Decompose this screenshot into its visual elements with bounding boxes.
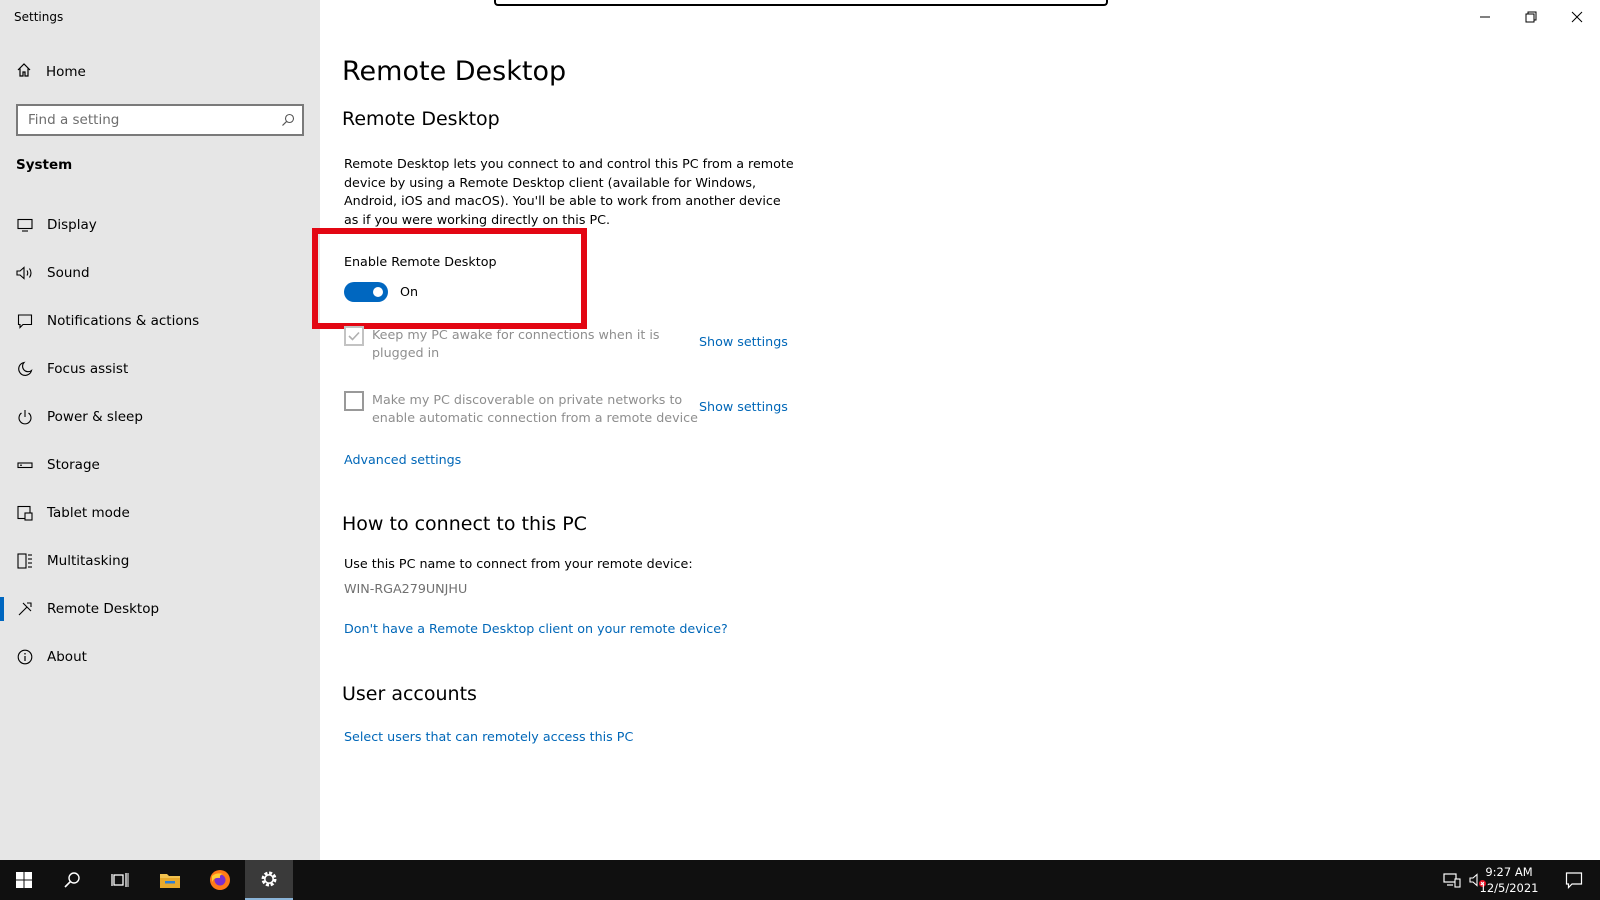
- advanced-settings-link[interactable]: Advanced settings: [344, 452, 461, 467]
- sidebar-item-power-sleep[interactable]: Power & sleep: [0, 393, 320, 441]
- sidebar-item-label: Tablet mode: [47, 505, 130, 521]
- sidebar-item-sound[interactable]: Sound: [0, 249, 320, 297]
- minimize-icon: [1480, 16, 1490, 18]
- sidebar-item-tablet-mode[interactable]: Tablet mode: [0, 489, 320, 537]
- section-title-remote-desktop: Remote Desktop: [342, 108, 500, 130]
- description-text: Remote Desktop lets you connect to and c…: [344, 156, 794, 227]
- sidebar-item-display[interactable]: Display: [0, 201, 320, 249]
- connect-section-title: How to connect to this PC: [342, 513, 587, 535]
- clock-date: 12/5/2021: [1479, 881, 1539, 895]
- enable-remote-desktop-label: Enable Remote Desktop: [344, 254, 497, 269]
- toggle-knob: [373, 287, 383, 297]
- task-view-icon: [111, 873, 129, 887]
- sidebar-item-label: Power & sleep: [47, 409, 143, 425]
- select-users-link[interactable]: Select users that can remotely access th…: [344, 729, 633, 744]
- search-input[interactable]: [28, 112, 268, 128]
- discoverable-show-settings-link[interactable]: Show settings: [699, 399, 788, 414]
- window-drag-bar[interactable]: [494, 0, 1108, 6]
- sidebar-item-about[interactable]: About: [0, 633, 320, 681]
- close-button[interactable]: [1554, 4, 1600, 30]
- page-title: Remote Desktop: [342, 56, 567, 87]
- restore-button[interactable]: [1508, 4, 1554, 30]
- home-label: Home: [46, 64, 86, 80]
- network-icon: [1443, 873, 1461, 888]
- sidebar-item-notifications[interactable]: Notifications & actions: [0, 297, 320, 345]
- clock-time: 9:27 AM: [1485, 865, 1533, 879]
- speaker-icon: [16, 264, 34, 282]
- main-content: Remote Desktop Remote Desktop Remote Des…: [312, 0, 1600, 860]
- keep-awake-text: Keep my PC awake for connections when it…: [372, 327, 660, 360]
- notification-icon: [16, 312, 34, 330]
- highlight-box: [312, 228, 587, 329]
- taskbar-clock[interactable]: 9:27 AM 12/5/2021: [1474, 864, 1544, 896]
- toggle-state-label: On: [400, 284, 419, 299]
- sidebar-item-remote-desktop[interactable]: Remote Desktop: [0, 585, 320, 633]
- sidebar: Settings Home System Display Sound Notif…: [0, 0, 320, 860]
- sidebar-item-focus-assist[interactable]: Focus assist: [0, 345, 320, 393]
- connect-instructions: Use this PC name to connect from your re…: [344, 556, 693, 571]
- app-title: Settings: [14, 10, 64, 24]
- sidebar-item-home[interactable]: Home: [16, 62, 86, 82]
- sidebar-item-label: Notifications & actions: [47, 313, 200, 329]
- keep-awake-show-settings-link[interactable]: Show settings: [699, 334, 788, 349]
- discoverable-checkbox[interactable]: [344, 391, 364, 411]
- sidebar-item-label: Multitasking: [47, 553, 130, 569]
- keep-awake-checkbox[interactable]: [344, 326, 364, 346]
- firefox-icon: [210, 870, 230, 890]
- sidebar-item-storage[interactable]: Storage: [0, 441, 320, 489]
- sidebar-item-label: Display: [47, 217, 97, 233]
- storage-icon: [16, 456, 34, 474]
- start-button[interactable]: [0, 860, 48, 900]
- sidebar-item-label: Storage: [47, 457, 100, 473]
- power-icon: [16, 408, 34, 426]
- action-center-button[interactable]: [1556, 860, 1592, 900]
- action-center-icon: [1565, 872, 1583, 889]
- search-icon[interactable]: [280, 112, 296, 132]
- checkmark-icon: [348, 331, 360, 341]
- client-download-link[interactable]: Don't have a Remote Desktop client on yo…: [344, 621, 728, 636]
- info-icon: [16, 648, 34, 666]
- remote-desktop-icon: [16, 600, 34, 618]
- tablet-icon: [16, 504, 34, 522]
- restore-icon: [1525, 11, 1537, 23]
- multitasking-icon: [16, 552, 34, 570]
- user-accounts-title: User accounts: [342, 683, 477, 705]
- search-icon: [64, 872, 80, 888]
- moon-icon: [16, 360, 34, 378]
- sidebar-item-label: Remote Desktop: [47, 601, 160, 617]
- home-icon: [16, 62, 46, 82]
- sidebar-nav: Display Sound Notifications & actions Fo…: [0, 201, 320, 681]
- file-explorer-icon: [160, 874, 180, 888]
- sidebar-item-label: Sound: [47, 265, 90, 281]
- taskbar: 9:27 AM 12/5/2021: [0, 860, 1600, 900]
- enable-remote-desktop-toggle[interactable]: [344, 282, 388, 302]
- file-explorer-button[interactable]: [146, 860, 194, 900]
- firefox-button[interactable]: [196, 860, 244, 900]
- settings-taskbar-button[interactable]: [245, 860, 293, 900]
- sidebar-item-label: Focus assist: [47, 361, 129, 377]
- sidebar-item-label: About: [47, 649, 87, 665]
- network-tray-button[interactable]: [1440, 860, 1464, 900]
- search-box[interactable]: [16, 104, 304, 136]
- pc-name: WIN-RGA279UNJHU: [344, 581, 468, 596]
- start-icon: [16, 872, 32, 888]
- discoverable-text: Make my PC discoverable on private netwo…: [372, 392, 698, 425]
- monitor-icon: [16, 216, 34, 234]
- close-icon: [1571, 11, 1583, 23]
- sidebar-item-multitasking[interactable]: Multitasking: [0, 537, 320, 585]
- minimize-button[interactable]: [1462, 4, 1508, 30]
- taskbar-search-button[interactable]: [48, 860, 96, 900]
- task-view-button[interactable]: [96, 860, 144, 900]
- section-title-system: System: [16, 157, 73, 173]
- settings-gear-icon: [261, 871, 277, 887]
